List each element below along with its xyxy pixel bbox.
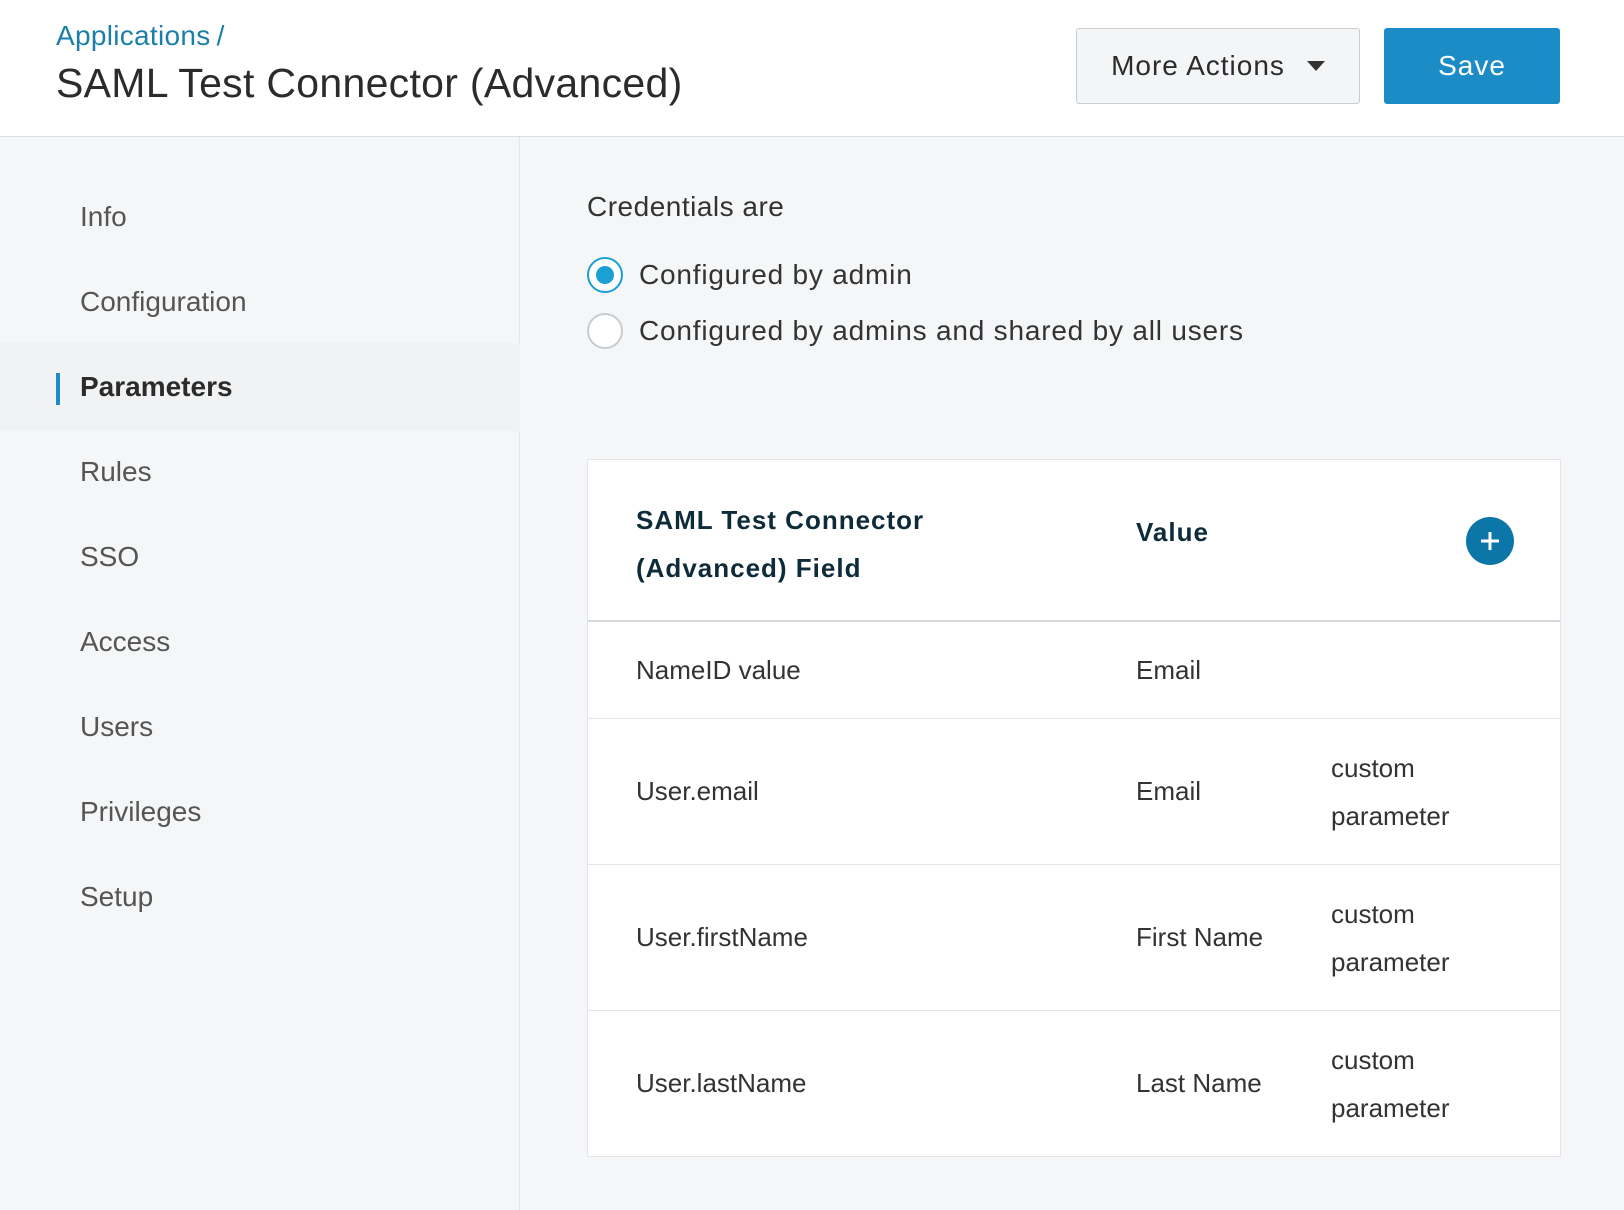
save-button[interactable]: Save bbox=[1384, 28, 1560, 104]
table-row[interactable]: User.email Email custom parameter bbox=[588, 719, 1560, 865]
breadcrumb-separator: / bbox=[216, 20, 225, 51]
page-header: Applications / SAML Test Connector (Advan… bbox=[0, 0, 1624, 137]
more-actions-button[interactable]: More Actions bbox=[1076, 28, 1360, 104]
sidebar-item-sso[interactable]: SSO bbox=[0, 513, 520, 601]
cell-note: custom parameter bbox=[1331, 899, 1450, 977]
sidebar-item-info[interactable]: Info bbox=[0, 173, 520, 261]
cell-field: User.lastName bbox=[636, 1068, 807, 1098]
breadcrumb-link-applications[interactable]: Applications bbox=[56, 20, 211, 51]
table-row[interactable]: User.firstName First Name custom paramet… bbox=[588, 865, 1560, 1011]
table-row[interactable]: NameID value Email bbox=[588, 622, 1560, 719]
sidebar-item-privileges[interactable]: Privileges bbox=[0, 768, 520, 856]
column-header-value: Value bbox=[1136, 517, 1209, 547]
plus-icon bbox=[1481, 532, 1499, 550]
sidebar-item-configuration[interactable]: Configuration bbox=[0, 258, 520, 346]
sidebar-item-access[interactable]: Access bbox=[0, 598, 520, 686]
cell-field: User.email bbox=[636, 776, 759, 806]
main-content: Credentials are Configured by admin Conf… bbox=[521, 137, 1624, 1210]
radio-configured-by-admins-shared[interactable]: Configured by admins and shared by all u… bbox=[587, 313, 1244, 349]
add-parameter-button[interactable] bbox=[1466, 517, 1514, 565]
radio-checked-icon[interactable] bbox=[587, 257, 623, 293]
credentials-label: Credentials are bbox=[587, 191, 785, 222]
sidebar: Info Configuration Parameters Rules SSO … bbox=[0, 137, 520, 1210]
radio-unchecked-icon[interactable] bbox=[587, 313, 623, 349]
cell-value: Email bbox=[1136, 776, 1202, 806]
cell-note: custom parameter bbox=[1331, 1045, 1450, 1123]
more-actions-label: More Actions bbox=[1111, 50, 1285, 81]
radio-label-configured-by-admins-shared: Configured by admins and shared by all u… bbox=[639, 315, 1244, 346]
radio-label-configured-by-admin: Configured by admin bbox=[639, 259, 913, 290]
table-header: SAML Test Connector (Advanced) Field Val… bbox=[588, 460, 1560, 622]
sidebar-item-rules[interactable]: Rules bbox=[0, 428, 520, 516]
cell-value: Email bbox=[1136, 655, 1202, 685]
cell-note: custom parameter bbox=[1331, 753, 1450, 831]
cell-value: Last Name bbox=[1136, 1068, 1262, 1098]
parameters-table: SAML Test Connector (Advanced) Field Val… bbox=[587, 459, 1561, 1157]
page-title: SAML Test Connector (Advanced) bbox=[56, 60, 683, 106]
cell-value: First Name bbox=[1136, 922, 1264, 952]
caret-down-icon bbox=[1306, 61, 1325, 71]
radio-configured-by-admin[interactable]: Configured by admin bbox=[587, 257, 913, 293]
sidebar-item-users[interactable]: Users bbox=[0, 683, 520, 771]
sidebar-item-parameters[interactable]: Parameters bbox=[0, 343, 520, 431]
cell-field: NameID value bbox=[636, 655, 801, 685]
sidebar-item-setup[interactable]: Setup bbox=[0, 853, 520, 941]
breadcrumb: Applications / bbox=[56, 20, 225, 52]
cell-field: User.firstName bbox=[636, 922, 808, 952]
column-header-field: SAML Test Connector (Advanced) Field bbox=[636, 505, 925, 583]
table-row[interactable]: User.lastName Last Name custom parameter bbox=[588, 1011, 1560, 1156]
